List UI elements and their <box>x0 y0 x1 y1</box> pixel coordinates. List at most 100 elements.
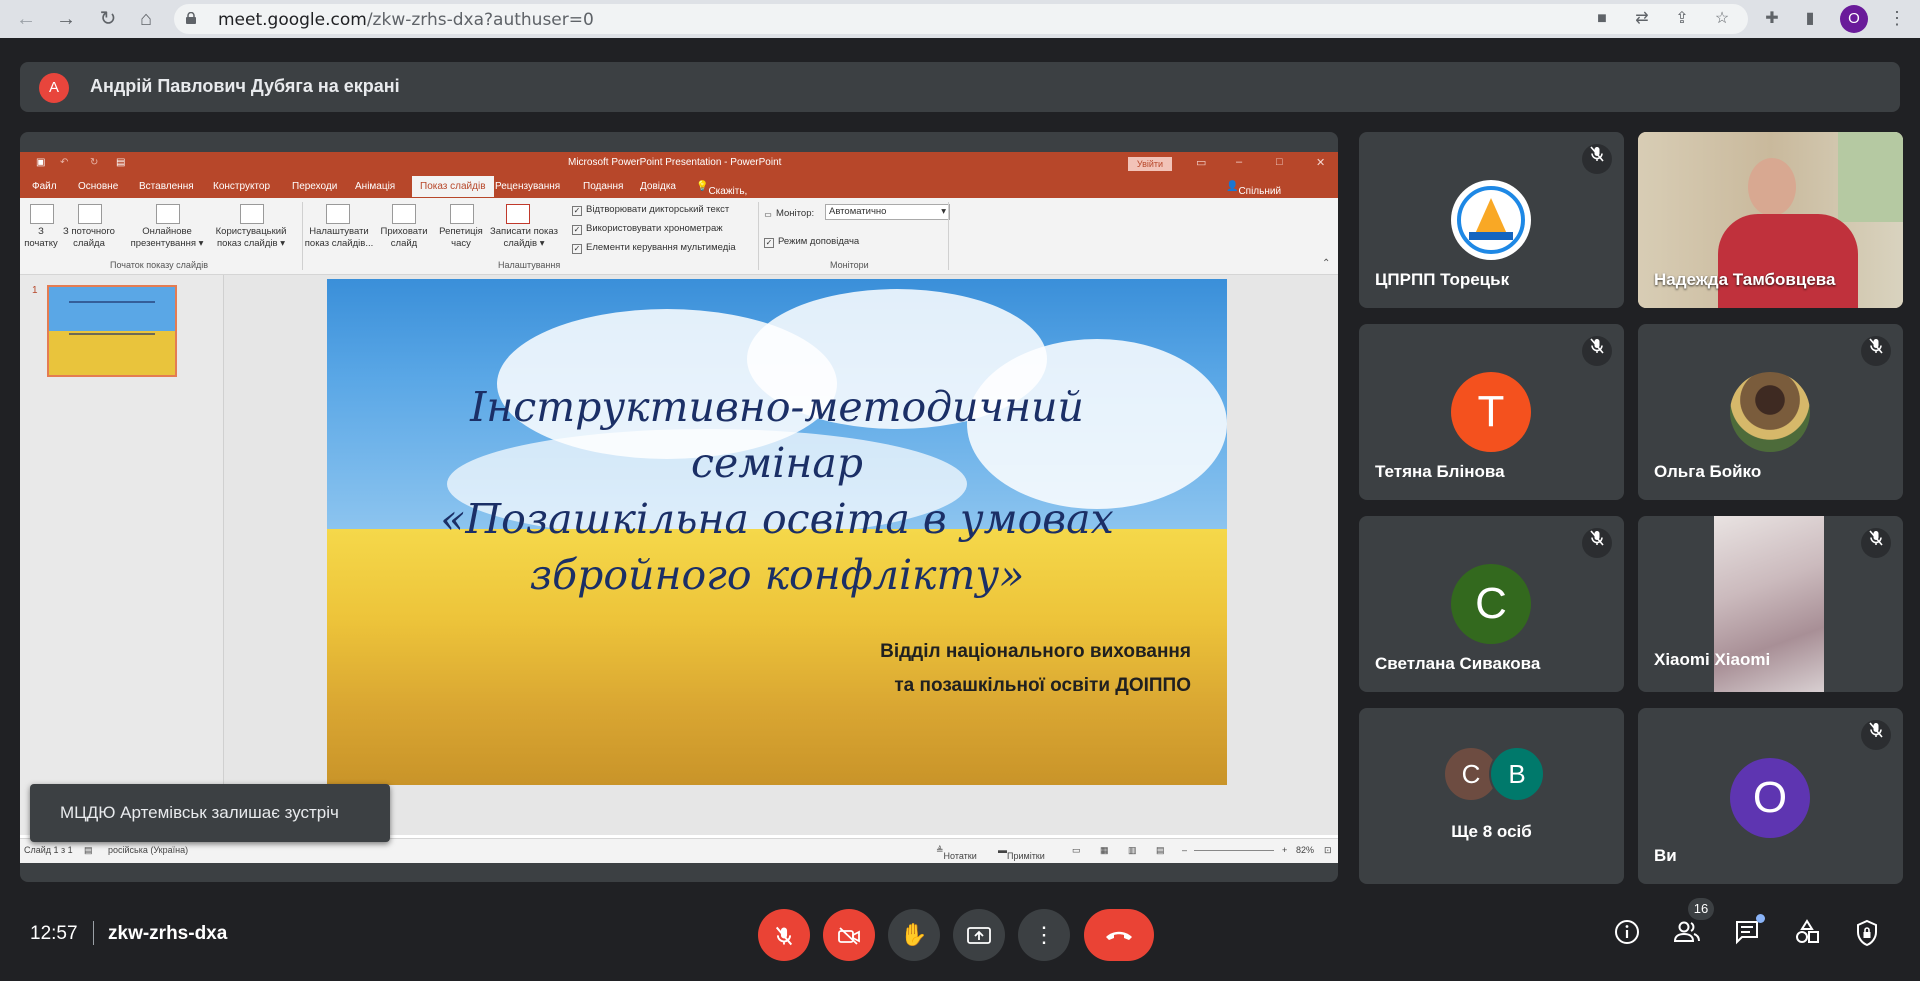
camera-toggle-button[interactable] <box>823 909 875 961</box>
leave-call-button[interactable] <box>1084 909 1154 961</box>
slideshow-icon[interactable]: ▤ <box>116 157 125 168</box>
chat-button[interactable] <box>1732 919 1762 949</box>
login-button[interactable]: Увійти <box>1128 157 1172 171</box>
zoom-slider[interactable] <box>1194 850 1274 851</box>
home-icon[interactable]: ⌂ <box>134 7 158 31</box>
meeting-details-button[interactable] <box>1612 919 1642 949</box>
tab-view[interactable]: Подання <box>583 181 623 192</box>
participant-tile[interactable]: Надежда Тамбовцева <box>1638 132 1903 308</box>
use-timings-checkbox[interactable]: ✓ Використовувати хронометраж <box>572 223 723 235</box>
microphone-toggle-button[interactable] <box>758 909 810 961</box>
ribbon-display-icon[interactable]: ▭ <box>1196 156 1206 169</box>
media-controls-label: Елементи керування мультимедіа <box>586 242 736 253</box>
tab-slide-show[interactable]: Показ слайдів <box>412 176 494 197</box>
present-online-button[interactable]: Онлайнове презентування ▾ <box>122 226 212 250</box>
hide-slide-button[interactable]: Приховати слайд <box>376 226 432 250</box>
language-status[interactable]: російська (Україна) <box>108 845 188 855</box>
save-icon[interactable]: ▣ <box>36 157 45 168</box>
mic-off-icon <box>1582 336 1612 366</box>
notes-button[interactable]: ≜ Нотатки <box>936 845 977 861</box>
spellcheck-icon[interactable]: ▤ <box>84 845 93 856</box>
activities-button[interactable] <box>1792 919 1822 949</box>
forward-icon[interactable]: → <box>54 7 78 31</box>
hang-up-icon <box>1106 931 1132 940</box>
zoom-in-icon[interactable]: + <box>1282 845 1287 855</box>
zoom-out-icon[interactable]: – <box>1182 845 1187 855</box>
address-bar[interactable]: meet.google.com/zkw-zrhs-dxa?authuser=0 <box>174 4 1748 34</box>
reading-view-icon[interactable]: ▥ <box>1128 845 1137 856</box>
participant-name: Ольга Бойко <box>1654 462 1762 481</box>
raise-hand-button[interactable]: ✋ <box>888 909 940 961</box>
from-beginning-button[interactable]: З початку <box>22 226 60 250</box>
tab-home[interactable]: Основне <box>78 181 118 192</box>
current-slide[interactable]: Інструктивно-методичний семінар «Позашкі… <box>327 279 1227 785</box>
browser-menu-icon[interactable]: ⋮ <box>1888 8 1906 29</box>
participant-avatar: С <box>1451 564 1531 644</box>
slideshow-view-icon[interactable]: ▤ <box>1156 845 1165 856</box>
participant-tile[interactable]: Ольга Бойко <box>1638 324 1903 500</box>
more-participants-tile[interactable]: С В Ще 8 осіб <box>1359 708 1624 884</box>
monitor-select[interactable]: Автоматично ▾ <box>825 204 950 220</box>
zoom-level[interactable]: 82% <box>1296 845 1314 855</box>
tab-animations[interactable]: Анімація <box>355 181 395 192</box>
slide-sorter-icon[interactable]: ▦ <box>1100 845 1109 856</box>
from-current-icon <box>78 204 102 224</box>
people-button[interactable] <box>1672 919 1702 949</box>
divider <box>93 921 94 945</box>
tab-design[interactable]: Конструктор <box>213 181 270 192</box>
tab-file[interactable]: Файл <box>32 181 57 192</box>
tell-me-search[interactable]: 💡 Скажіть, що потрібно зробити <box>696 181 748 230</box>
normal-view-icon[interactable]: ▭ <box>1072 845 1081 856</box>
person-clothing <box>1718 214 1858 308</box>
participant-tile[interactable]: С Светлана Сивакова <box>1359 516 1624 692</box>
share-page-icon[interactable]: ⇪ <box>1672 9 1692 29</box>
camera-blocked-icon[interactable]: ■ <box>1592 9 1612 29</box>
back-icon[interactable]: ← <box>14 7 38 31</box>
present-now-button[interactable] <box>953 909 1005 961</box>
side-panel-icon[interactable]: ▮ <box>1800 9 1820 29</box>
record-slide-show-button[interactable]: Записати показ слайдів ▾ <box>486 226 562 250</box>
collapse-ribbon-icon[interactable]: ⌃ <box>1322 258 1330 269</box>
undo-icon[interactable]: ↶ <box>60 157 68 168</box>
minimize-icon[interactable]: – <box>1236 156 1242 168</box>
rehearse-timings-icon <box>450 204 474 224</box>
host-controls-button[interactable] <box>1852 919 1882 949</box>
ppt-ribbon-tabs: Файл Основне Вставлення Конструктор Пере… <box>20 176 1338 230</box>
rehearse-timings-button[interactable]: Репетиція часу <box>434 226 488 250</box>
more-options-button[interactable]: ⋮ <box>1018 909 1070 961</box>
monitor-label: ▭ Монітор: <box>764 208 815 219</box>
tab-help[interactable]: Довідка <box>640 181 676 192</box>
slide-thumbnail[interactable] <box>47 285 177 377</box>
comments-button[interactable]: ▬ Примітки <box>998 845 1045 861</box>
profile-avatar[interactable]: O <box>1840 5 1868 33</box>
use-timings-label: Використовувати хронометраж <box>586 223 723 234</box>
from-current-slide-button[interactable]: З поточного слайда <box>58 226 120 250</box>
custom-slide-show-button[interactable]: Користувацький показ слайдів ▾ <box>206 226 296 250</box>
play-narrations-checkbox[interactable]: ✓ Відтворювати дикторський текст <box>572 204 729 216</box>
participant-tile[interactable]: Xiaomi Xiaomi <box>1638 516 1903 692</box>
media-controls-checkbox[interactable]: ✓ Елементи керування мультимедіа <box>572 242 736 254</box>
setup-slide-show-button[interactable]: Налаштувати показ слайдів... <box>302 226 376 250</box>
share-button[interactable]: 👤 Спільний доступ <box>1226 181 1281 208</box>
bookmark-star-icon[interactable]: ☆ <box>1712 9 1732 29</box>
present-screen-icon <box>967 927 991 945</box>
tab-review[interactable]: Рецензування <box>495 181 560 192</box>
redo-icon[interactable]: ↻ <box>90 157 98 168</box>
presenter-view-checkbox[interactable]: ✓ Режим доповідача <box>764 236 859 248</box>
participant-tile[interactable]: Т Тетяна Блінова <box>1359 324 1624 500</box>
self-tile[interactable]: О Ви <box>1638 708 1903 884</box>
participant-avatar: Т <box>1451 372 1531 452</box>
tab-transitions[interactable]: Переходи <box>292 181 337 192</box>
chat-notification-dot <box>1756 914 1765 923</box>
translate-icon[interactable]: ⇄ <box>1632 9 1652 29</box>
tab-insert[interactable]: Вставлення <box>139 181 194 192</box>
hand-icon: ✋ <box>900 922 928 947</box>
participant-tile[interactable]: ЦПРПП Торецьк <box>1359 132 1624 308</box>
maximize-icon[interactable]: □ <box>1276 156 1283 168</box>
fit-to-window-icon[interactable]: ⊡ <box>1324 845 1332 856</box>
extensions-icon[interactable]: ✚ <box>1762 9 1782 29</box>
shared-screen: ▣ ↶ ↻ ▤ Microsoft PowerPoint Presentatio… <box>20 132 1338 882</box>
close-icon[interactable]: ✕ <box>1316 156 1325 169</box>
lock-icon <box>186 12 196 24</box>
reload-icon[interactable]: ↻ <box>96 7 120 31</box>
